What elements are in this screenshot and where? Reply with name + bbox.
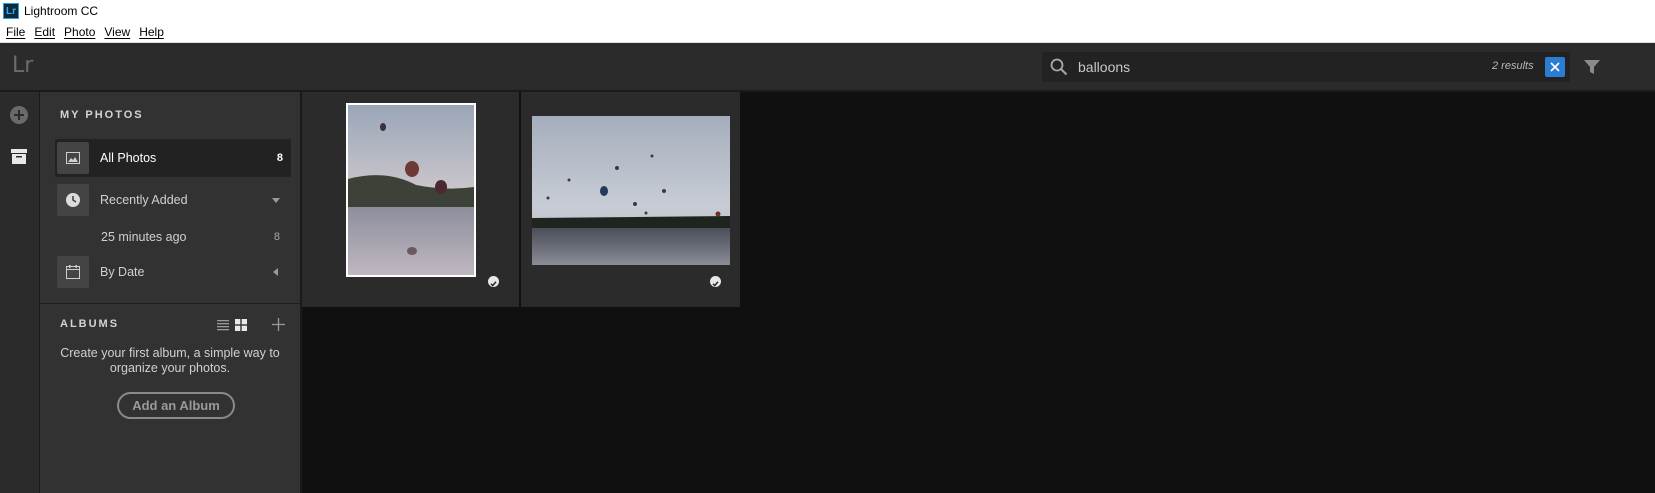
sidebar-item-label: By Date (100, 265, 145, 279)
sidebar-divider (40, 303, 300, 304)
sidebar-item-by-date[interactable]: By Date (55, 253, 291, 291)
search-bar: 2 results (1042, 52, 1570, 82)
sidebar-item-recently-added[interactable]: Recently Added (55, 181, 291, 219)
list-view-icon[interactable] (217, 319, 229, 331)
photo-thumbnail[interactable] (532, 116, 730, 265)
sidebar: MY PHOTOS All Photos 8 Recently Added 25… (40, 92, 302, 493)
photo-count: 8 (276, 152, 283, 164)
photo-count: 8 (273, 231, 280, 243)
search-results-count: 2 results (1492, 60, 1534, 72)
photo-grid (302, 92, 1655, 493)
chevron-left-icon[interactable] (271, 267, 281, 277)
app-icon: Lr (3, 3, 19, 19)
lr-logo: Lr (12, 53, 34, 78)
check-icon (710, 276, 721, 287)
albums-heading: ALBUMS (60, 318, 120, 330)
title-bar: Lr Lightroom CC (0, 0, 1655, 22)
chevron-down-icon[interactable] (271, 195, 281, 205)
grid-view-icon[interactable] (235, 319, 247, 331)
left-rail (0, 92, 40, 493)
sidebar-sub-label: 25 minutes ago (101, 230, 187, 244)
photo-icon (57, 142, 89, 174)
calendar-icon (57, 256, 89, 288)
menu-help[interactable]: Help (139, 25, 164, 39)
menu-file[interactable]: File (6, 25, 25, 39)
menu-photo[interactable]: Photo (64, 25, 95, 39)
top-bar: Lr 2 results (0, 43, 1655, 92)
search-input[interactable] (1078, 56, 1418, 78)
library-icon[interactable] (10, 147, 28, 165)
add-album-button[interactable]: Add an Album (117, 392, 235, 419)
menu-bar: File Edit Photo View Help (0, 22, 1655, 43)
photo-tile[interactable] (521, 92, 740, 307)
window-title: Lightroom CC (24, 4, 99, 18)
photo-thumbnail[interactable] (346, 103, 476, 277)
search-icon (1050, 58, 1068, 76)
menu-edit[interactable]: Edit (34, 25, 55, 39)
add-album-icon[interactable] (272, 318, 285, 331)
check-icon (488, 276, 499, 287)
clear-search-button[interactable] (1545, 57, 1565, 77)
close-icon (1550, 62, 1560, 72)
clock-icon (57, 184, 89, 216)
sidebar-item-all-photos[interactable]: All Photos 8 (55, 139, 291, 177)
my-photos-heading: MY PHOTOS (60, 109, 144, 121)
filter-icon[interactable] (1582, 58, 1602, 76)
sidebar-item-label: All Photos (100, 151, 157, 165)
albums-empty-text: Create your first album, a simple way to… (60, 346, 280, 375)
sidebar-item-label: Recently Added (100, 193, 188, 207)
menu-view[interactable]: View (104, 25, 130, 39)
sidebar-item-recent-sub[interactable]: 25 minutes ago 8 (100, 227, 290, 247)
photo-tile[interactable] (302, 92, 519, 307)
add-photos-icon[interactable] (9, 105, 29, 125)
